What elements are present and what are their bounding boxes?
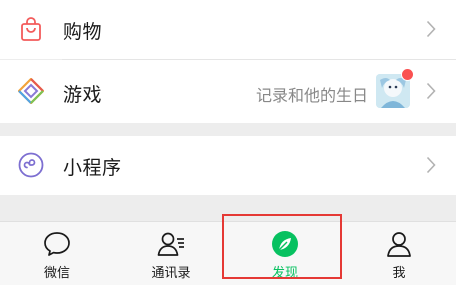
tab-label: 发现	[271, 266, 298, 281]
list-item-mini-program[interactable]: 小程序	[0, 136, 456, 195]
compass-icon	[272, 231, 298, 257]
tab-me[interactable]: 我	[342, 222, 456, 285]
tab-label: 微信	[43, 266, 70, 281]
list-item-label: 购物	[63, 21, 103, 43]
list-item-shop[interactable]: 购物	[0, 0, 456, 59]
chevron-right-icon	[426, 156, 436, 174]
list-item-game[interactable]: 游戏 记录和他的生日	[0, 59, 456, 123]
row-divider	[62, 59, 456, 60]
discover-screen: 购物 游戏 记录和他的生日 小程序 微信 通讯录 发现 我	[0, 0, 456, 285]
chat-bubble-icon	[44, 232, 70, 256]
tab-chats[interactable]: 微信	[0, 222, 114, 285]
tab-discover[interactable]: 发现	[228, 222, 342, 285]
notification-red-dot	[401, 68, 414, 81]
tab-contacts[interactable]: 通讯录	[114, 222, 228, 285]
person-icon	[387, 232, 411, 257]
tab-label: 我	[392, 266, 406, 281]
list-item-label: 游戏	[63, 84, 103, 106]
mini-program-icon	[18, 152, 44, 178]
chevron-right-icon	[426, 20, 436, 38]
list-item-label: 小程序	[63, 157, 122, 179]
game-diamond-icon	[18, 78, 44, 104]
bottom-tab-bar: 微信 通讯录 发现 我	[0, 221, 456, 285]
tab-label: 通讯录	[151, 266, 191, 281]
chevron-right-icon	[426, 82, 436, 100]
shopping-bag-icon	[21, 17, 41, 41]
game-subtext: 记录和他的生日	[255, 86, 368, 105]
contacts-icon	[157, 232, 184, 256]
